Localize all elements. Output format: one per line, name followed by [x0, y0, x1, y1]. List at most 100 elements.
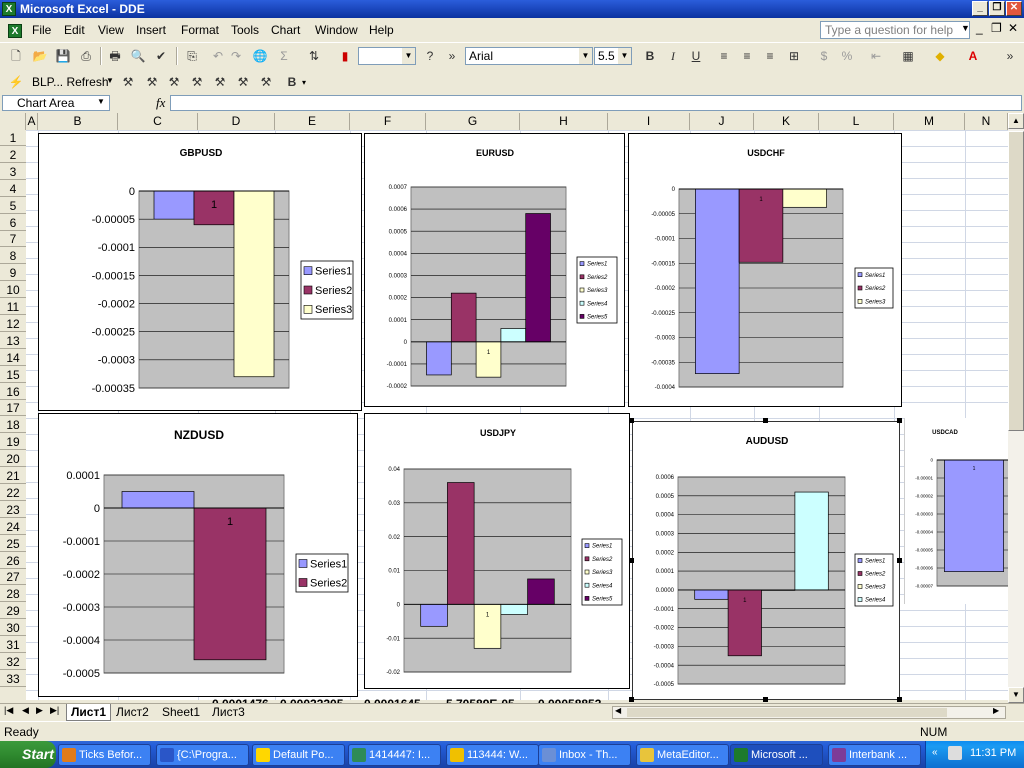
- last-sheet-icon[interactable]: ▶|: [50, 705, 59, 716]
- taskbar-item[interactable]: Inbox - Th...: [538, 744, 631, 766]
- sheet-tab[interactable]: Sheet1: [158, 704, 204, 720]
- menu-file[interactable]: File: [32, 23, 51, 37]
- bar[interactable]: [450, 292, 477, 343]
- font-color-icon[interactable]: A: [963, 46, 983, 66]
- selection-handle[interactable]: [629, 558, 634, 563]
- bar[interactable]: [473, 603, 502, 649]
- chart-audusd[interactable]: AUDUSD 0.0006 0.0005 0.0004 0.0003 0.0002 0.00…: [632, 421, 900, 700]
- prev-sheet-icon[interactable]: ◀: [22, 705, 29, 716]
- blp-tool-icon[interactable]: ⚒: [233, 72, 253, 92]
- fx-icon[interactable]: fx: [156, 95, 165, 111]
- row-header[interactable]: 4: [0, 181, 26, 197]
- chart-usdjpy[interactable]: USDJPY 0.04 0.03 0.02 0.01 0 -0.01 -0.02 1 Series…: [364, 413, 630, 689]
- zoom-combo[interactable]: ▼: [358, 47, 416, 65]
- selection-handle[interactable]: [897, 697, 902, 702]
- decrease-indent-icon[interactable]: ⇤: [866, 46, 886, 66]
- name-box[interactable]: Chart Area: [2, 95, 110, 111]
- row-header[interactable]: 9: [0, 265, 26, 282]
- bar[interactable]: [527, 578, 555, 605]
- bar[interactable]: [426, 341, 452, 376]
- column-header[interactable]: G: [426, 113, 520, 130]
- column-header[interactable]: A: [26, 113, 38, 130]
- chart-eurusd[interactable]: EURUSD 0.0007 0.0006 0.0005 0.0004 0.0003 0.00…: [364, 133, 625, 407]
- bar[interactable]: [447, 482, 475, 605]
- blp-refresh-button[interactable]: BLP... Refresh: [32, 75, 109, 89]
- blp-tool-icon[interactable]: ⚒: [256, 72, 276, 92]
- print-icon[interactable]: 🖶: [105, 46, 125, 66]
- align-right-icon[interactable]: ≡: [760, 46, 780, 66]
- font-size-combo[interactable]: 5.5 ▼: [594, 47, 632, 65]
- row-header[interactable]: 6: [0, 215, 26, 231]
- help-icon[interactable]: ?: [420, 46, 440, 66]
- formula-input[interactable]: [170, 95, 1022, 111]
- selection-handle[interactable]: [897, 418, 902, 423]
- bar[interactable]: [193, 507, 267, 661]
- column-header[interactable]: I: [608, 113, 690, 130]
- bar[interactable]: [794, 491, 829, 591]
- tray-app-icon[interactable]: [948, 746, 962, 760]
- column-header[interactable]: C: [118, 113, 198, 130]
- row-header[interactable]: 10: [0, 282, 26, 299]
- new-icon[interactable]: 🗋: [6, 46, 26, 66]
- taskbar-item[interactable]: Microsoft ...: [730, 744, 823, 766]
- help-dropdown-icon[interactable]: ▼: [961, 23, 970, 33]
- row-header[interactable]: 1: [0, 130, 26, 146]
- menu-view[interactable]: View: [98, 23, 124, 37]
- taskbar-item[interactable]: Default Po...: [252, 744, 345, 766]
- lightning-icon[interactable]: ⚡: [6, 72, 26, 92]
- blp-dropdown-icon[interactable]: ▼: [106, 76, 114, 85]
- row-header[interactable]: 16: [0, 384, 26, 400]
- bar[interactable]: [694, 589, 729, 600]
- row-header[interactable]: 29: [0, 603, 26, 620]
- borders-icon[interactable]: ▦: [898, 46, 918, 66]
- taskbar-item[interactable]: MetaEditor...: [636, 744, 729, 766]
- bar[interactable]: [500, 603, 528, 615]
- taskbar-item[interactable]: Interbank ...: [828, 744, 921, 766]
- bar[interactable]: [121, 491, 195, 509]
- row-header[interactable]: 3: [0, 164, 26, 180]
- bar[interactable]: [500, 328, 527, 343]
- column-header[interactable]: L: [819, 113, 894, 130]
- help-search-input[interactable]: Type a question for help: [820, 21, 970, 39]
- scroll-up-arrow-icon[interactable]: ▲: [1008, 113, 1024, 129]
- column-header[interactable]: K: [754, 113, 819, 130]
- column-header[interactable]: H: [520, 113, 608, 130]
- row-header[interactable]: 12: [0, 316, 26, 332]
- row-header[interactable]: 14: [0, 350, 26, 366]
- toolbar-options-icon[interactable]: »: [442, 46, 462, 66]
- horizontal-scroll-thumb[interactable]: [627, 708, 947, 717]
- close-button[interactable]: ✕: [1006, 1, 1022, 16]
- column-header[interactable]: M: [894, 113, 965, 130]
- font-name-combo[interactable]: Arial ▼: [465, 47, 593, 65]
- blp-tool-icon[interactable]: ⚒: [164, 72, 184, 92]
- selection-handle[interactable]: [763, 697, 768, 702]
- column-header[interactable]: E: [275, 113, 350, 130]
- row-header[interactable]: 26: [0, 553, 26, 569]
- hyperlink-icon[interactable]: 🌐: [250, 46, 270, 66]
- row-header[interactable]: 5: [0, 198, 26, 214]
- row-header[interactable]: 8: [0, 248, 26, 265]
- bar[interactable]: [695, 188, 740, 374]
- save-icon[interactable]: 💾: [53, 46, 73, 66]
- copy-icon[interactable]: ⎘: [182, 46, 202, 66]
- row-header[interactable]: 13: [0, 333, 26, 349]
- row-header[interactable]: 21: [0, 468, 26, 484]
- row-header[interactable]: 30: [0, 620, 26, 637]
- align-left-icon[interactable]: ≡: [714, 46, 734, 66]
- chart-nzdusd[interactable]: NZDUSD 0.0001 0 -0.0001 -0.0002 -0.0003 -0.000…: [38, 413, 358, 697]
- selection-handle[interactable]: [763, 418, 768, 423]
- blp-bold-icon[interactable]: B: [282, 72, 302, 92]
- row-header[interactable]: 17: [0, 400, 26, 417]
- selection-handle[interactable]: [629, 697, 634, 702]
- maximize-button[interactable]: ❐: [989, 1, 1005, 16]
- menu-tools[interactable]: Tools: [231, 23, 259, 37]
- bar[interactable]: [525, 213, 551, 343]
- column-header[interactable]: N: [965, 113, 1008, 130]
- bar[interactable]: [233, 190, 275, 378]
- toolbar-options-icon-2[interactable]: »: [1000, 46, 1020, 66]
- sheet-tab[interactable]: Лист1: [66, 704, 112, 721]
- bar[interactable]: [475, 341, 502, 378]
- scroll-thumb[interactable]: [1008, 131, 1024, 431]
- bar[interactable]: [153, 190, 195, 220]
- permission-icon[interactable]: ⎙: [76, 46, 96, 66]
